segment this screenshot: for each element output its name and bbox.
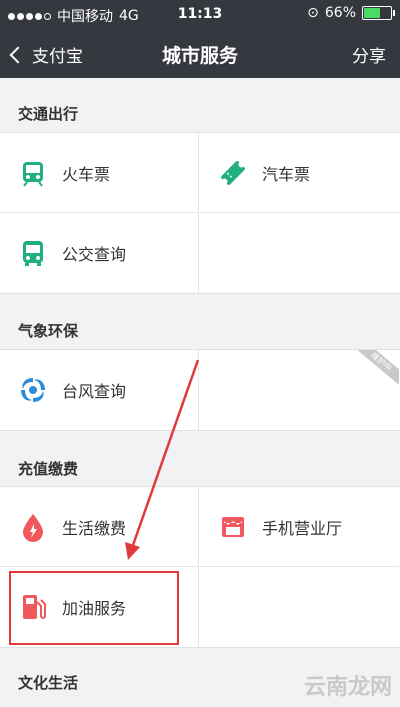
- service-item-typhoon[interactable]: 台风查询: [0, 350, 199, 430]
- service-label: 生活缴费: [62, 518, 127, 538]
- gas-pump-icon: [18, 592, 48, 622]
- service-label: 台风查询: [62, 382, 127, 401]
- bus-icon: [18, 238, 48, 268]
- service-item-utility[interactable]: 生活缴费: [0, 487, 199, 567]
- watermark-logo: 云南龙网: [303, 675, 392, 700]
- utility-drop-icon: [18, 512, 48, 542]
- section-title-weather: 气象环保: [18, 322, 79, 340]
- service-label: 汽车票: [262, 164, 311, 184]
- section-title-culture: 文化生活: [18, 674, 79, 692]
- service-item-train[interactable]: 火车票: [0, 133, 199, 213]
- status-bar: 中国移动 4G 11:13 ⊙ 66%: [0, 0, 400, 30]
- transport-grid: 火车票 汽车票 公交查询: [0, 132, 400, 294]
- page-title: 城市服务: [161, 45, 238, 67]
- weather-grid: 台风查询 维护中: [0, 349, 400, 431]
- empty-cell: [200, 213, 399, 293]
- rotation-lock-icon: ⊙: [307, 5, 319, 21]
- service-label: 加油服务: [62, 599, 127, 618]
- section-title-recharge: 充值缴费: [18, 460, 79, 478]
- battery-icon: [362, 6, 395, 20]
- typhoon-icon: [18, 375, 48, 405]
- maintenance-badge: 维护中: [355, 350, 399, 385]
- service-item-gas[interactable]: 加油服务: [0, 567, 199, 647]
- service-label: 公交查询: [62, 245, 127, 264]
- maintenance-badge-wrap: 维护中: [355, 350, 399, 394]
- battery-percent: 66%: [324, 5, 356, 21]
- recharge-grid: 生活缴费 手机营业厅 加油服务: [0, 486, 400, 648]
- service-label: 火车票: [62, 164, 111, 184]
- section-title-transport: 交通出行: [18, 105, 79, 123]
- empty-cell: 维护中: [200, 350, 399, 430]
- nav-bar: 支付宝 城市服务 分享: [0, 30, 400, 78]
- ticket-icon: [218, 158, 248, 188]
- service-item-bus-query[interactable]: 公交查询: [0, 213, 199, 293]
- service-item-bus-ticket[interactable]: 汽车票: [200, 133, 399, 213]
- empty-cell: [200, 567, 399, 647]
- service-label: 手机营业厅: [262, 518, 343, 538]
- status-right: ⊙ 66%: [307, 5, 395, 21]
- train-icon: [18, 158, 48, 188]
- phone-hall-icon: [218, 512, 248, 542]
- share-button[interactable]: 分享: [352, 42, 386, 67]
- service-item-phone-hall[interactable]: 手机营业厅: [200, 487, 399, 567]
